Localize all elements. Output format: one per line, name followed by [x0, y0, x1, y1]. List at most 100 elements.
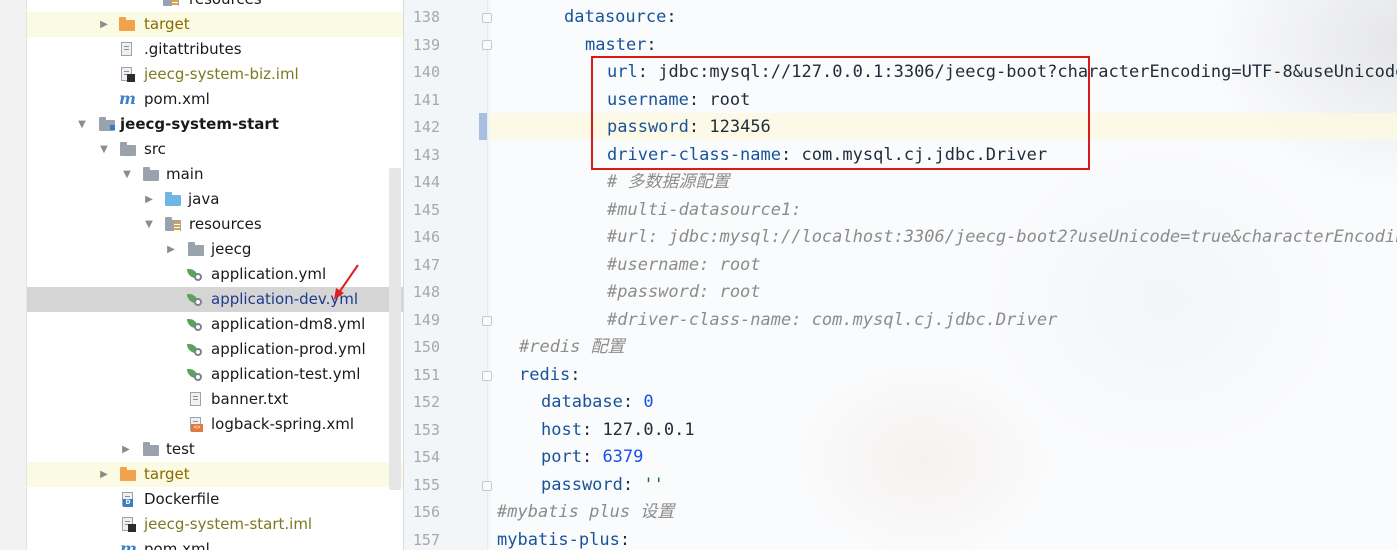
- tree-row[interactable]: ▶ target: [27, 12, 403, 37]
- yaml-punct: :: [581, 419, 603, 440]
- code-line: master:: [585, 32, 657, 60]
- line-number: 143: [412, 145, 440, 164]
- tree-row[interactable]: ▶ target: [27, 462, 403, 487]
- code-line: datasource:: [564, 4, 677, 32]
- fold-marker-icon[interactable]: [482, 40, 492, 50]
- yaml-punct: :: [646, 34, 657, 55]
- tree-row[interactable]: application-prod.yml: [27, 337, 403, 362]
- collapse-arrow-icon[interactable]: ▼: [120, 162, 134, 187]
- iml-file-icon: [120, 517, 136, 532]
- tree-row[interactable]: D Dockerfile: [27, 487, 403, 512]
- tree-item-label: java: [188, 190, 220, 208]
- code-line: host: 127.0.0.1: [541, 417, 695, 445]
- project-tree-panel: resources ▶ target .gitattributes jeecg-…: [0, 0, 404, 550]
- expand-arrow-icon[interactable]: ▶: [97, 462, 111, 487]
- tree-row[interactable]: resources: [27, 0, 403, 12]
- tree-row[interactable]: m pom.xml: [27, 537, 403, 550]
- xml-file-icon: <>: [188, 417, 204, 432]
- tree-row[interactable]: <> logback-spring.xml: [27, 412, 403, 437]
- fold-marker-icon[interactable]: [482, 316, 492, 326]
- tree-item-label: test: [166, 440, 195, 458]
- fold-marker-icon[interactable]: [482, 481, 492, 491]
- line-number: 152: [412, 393, 440, 411]
- code-line: mybatis-plus:: [497, 527, 630, 550]
- tree-row[interactable]: ▶ test: [27, 437, 403, 462]
- tree-row[interactable]: ▶ java: [27, 187, 403, 212]
- code-comment: #redis 配置: [519, 337, 625, 357]
- line-number: 146: [412, 228, 440, 246]
- tree-row[interactable]: m pom.xml: [27, 87, 403, 112]
- tree-gutter: [0, 0, 27, 550]
- yaml-punct: :: [622, 474, 644, 495]
- maven-file-icon: m: [120, 539, 137, 550]
- collapse-arrow-icon[interactable]: ▼: [75, 112, 89, 137]
- folder-icon: [143, 442, 159, 457]
- folder-icon: [143, 167, 159, 182]
- line-number: 153: [412, 420, 440, 439]
- expand-arrow-icon[interactable]: ▶: [119, 437, 133, 462]
- line-number: 155: [412, 475, 440, 494]
- tree-row[interactable]: jeecg-system-biz.iml: [27, 62, 403, 87]
- tree-item-label: banner.txt: [211, 390, 289, 408]
- tree-item-label: jeecg-system-biz.iml: [144, 65, 299, 83]
- code-comment: # 多数据源配置: [607, 172, 730, 192]
- tree-row[interactable]: ▼ resources: [27, 212, 403, 237]
- yaml-punct: :: [570, 364, 581, 385]
- collapse-arrow-icon[interactable]: ▼: [97, 137, 111, 162]
- fold-gutter-line: [487, 0, 488, 550]
- code-line: database: 0: [541, 389, 654, 417]
- tree-item-label: .gitattributes: [144, 40, 242, 58]
- tree-item-label: main: [166, 165, 204, 183]
- expand-arrow-icon[interactable]: ▶: [164, 237, 178, 262]
- line-number: 148: [412, 283, 440, 301]
- line-number: 150: [412, 338, 440, 356]
- code-editor[interactable]: 138 139 140 141 142 143 144 145 146 147 …: [404, 0, 1397, 550]
- yaml-punct: :: [619, 529, 631, 550]
- tree-item-label: target: [144, 15, 190, 33]
- tree-row[interactable]: banner.txt: [27, 387, 403, 412]
- source-folder-icon: [165, 192, 181, 207]
- spring-yaml-icon: [187, 367, 203, 382]
- tree-row[interactable]: ▼ main: [27, 162, 403, 187]
- line-number: 147: [412, 255, 440, 274]
- tree-row[interactable]: jeecg-system-start.iml: [27, 512, 403, 537]
- tree-row[interactable]: ▼ src: [27, 137, 403, 162]
- line-number: 145: [412, 200, 440, 219]
- yaml-punct: :: [581, 447, 603, 467]
- tree-item-label: Dockerfile: [144, 490, 220, 508]
- maven-file-icon: m: [119, 89, 136, 108]
- tree-row[interactable]: application-dm8.yml: [27, 312, 403, 337]
- iml-file-icon: [119, 67, 135, 82]
- tree-item-label: pom.xml: [144, 90, 210, 108]
- spring-yaml-icon: [187, 267, 203, 282]
- tree-row[interactable]: application-test.yml: [27, 362, 403, 387]
- yaml-punct: :: [666, 7, 677, 27]
- folder-icon: [119, 17, 135, 32]
- resources-folder-icon: [163, 0, 179, 7]
- expand-arrow-icon[interactable]: ▶: [142, 187, 156, 212]
- expand-arrow-icon[interactable]: ▶: [97, 12, 111, 37]
- docker-file-icon: D: [120, 492, 136, 507]
- tree-item-label: jeecg-system-start: [120, 115, 279, 133]
- fold-marker-icon[interactable]: [482, 13, 492, 23]
- line-number: 138: [412, 8, 440, 26]
- line-number: 139: [412, 35, 440, 54]
- collapse-arrow-icon[interactable]: ▼: [142, 212, 156, 237]
- tree-row[interactable]: ▶ jeecg: [27, 237, 403, 262]
- caret-line-marker: [479, 113, 487, 140]
- yaml-key: redis: [519, 364, 571, 385]
- tree-row[interactable]: .gitattributes: [27, 37, 403, 62]
- tree-item-label: resources: [189, 0, 262, 12]
- code-comment: #url: jdbc:mysql://localhost:3306/jeecg-…: [607, 227, 1397, 247]
- fold-marker-icon[interactable]: [482, 371, 492, 381]
- tree-scrollbar[interactable]: [389, 168, 401, 490]
- code-comment: #multi-datasource1:: [607, 199, 802, 220]
- tree-item-label: jeecg: [211, 240, 252, 258]
- yaml-number: 6379: [602, 447, 644, 467]
- tree-row[interactable]: ▼ jeecg-system-start: [27, 112, 403, 137]
- spring-yaml-icon: [187, 317, 203, 332]
- tree-item-label: application-dm8.yml: [211, 315, 366, 333]
- yaml-key: host: [541, 419, 582, 440]
- code-comment: #driver-class-name: com.mysql.cj.jdbc.Dr…: [607, 309, 1058, 330]
- tree-item-label: logback-spring.xml: [211, 415, 355, 433]
